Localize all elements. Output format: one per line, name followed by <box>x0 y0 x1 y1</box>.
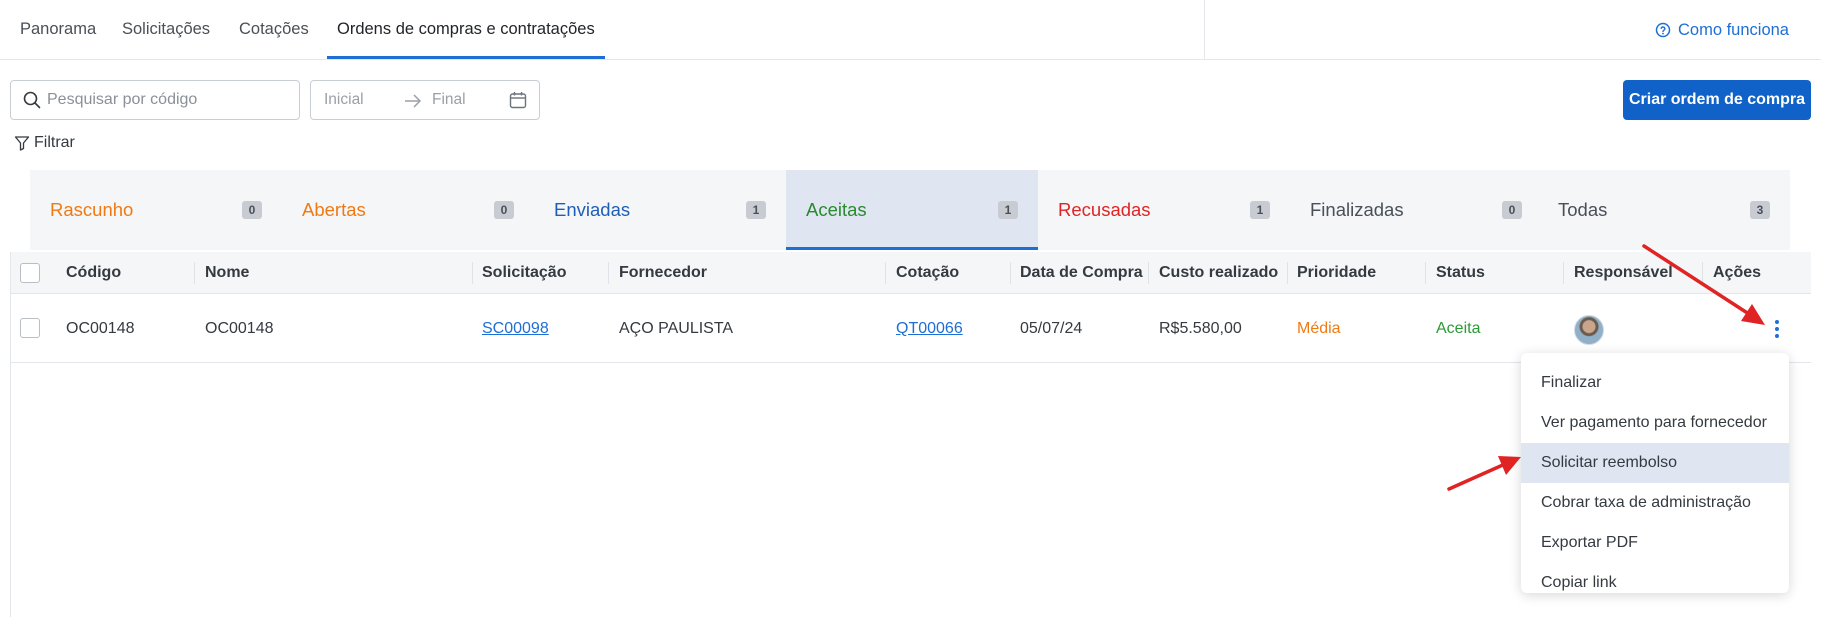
cell-custo-realizado: R$5.580,00 <box>1159 320 1242 337</box>
cell-cotacao-link[interactable]: QT00066 <box>896 294 963 363</box>
menu-item-cobrar-taxa[interactable]: Cobrar taxa de administração <box>1521 483 1789 523</box>
actions-menu: Finalizar Ver pagamento para fornecedor … <box>1521 353 1789 593</box>
column-divider <box>1425 262 1426 284</box>
column-divider <box>1563 262 1564 284</box>
column-header-data-de-compra[interactable]: Data de Compra <box>1020 252 1143 294</box>
column-header-nome[interactable]: Nome <box>205 252 249 294</box>
filter-button[interactable]: Filtrar <box>14 134 75 152</box>
status-tab-label: Aceitas <box>806 199 867 220</box>
nav-divider <box>1204 0 1205 59</box>
cell-fornecedor: AÇO PAULISTA <box>619 320 734 337</box>
column-divider <box>472 262 473 284</box>
calendar-icon[interactable] <box>509 91 527 109</box>
tab-ordens-de-compras[interactable]: Ordens de compras e contratações <box>327 0 605 59</box>
cell-codigo: OC00148 <box>66 320 135 337</box>
search-input[interactable] <box>47 91 287 109</box>
arrow-right-icon <box>405 94 422 108</box>
column-divider <box>1010 262 1011 284</box>
tab-solicitacoes[interactable]: Solicitações <box>122 0 210 59</box>
status-tab-label: Rascunho <box>50 199 134 220</box>
status-count-badge: 1 <box>1250 201 1270 219</box>
filter-label: Filtrar <box>34 134 75 151</box>
status-tab-finalizadas[interactable]: Finalizadas 0 <box>1290 170 1542 250</box>
date-range-picker[interactable]: Inicial Final <box>310 80 540 120</box>
menu-item-exportar-pdf[interactable]: Exportar PDF <box>1521 523 1789 563</box>
select-all-checkbox[interactable] <box>20 263 40 283</box>
tab-cotacoes[interactable]: Cotações <box>239 0 309 59</box>
status-tab-label: Recusadas <box>1058 199 1151 220</box>
menu-item-solicitar-reembolso[interactable]: Solicitar reembolso <box>1521 443 1789 483</box>
row-actions-button[interactable] <box>1765 314 1789 344</box>
column-divider <box>885 262 886 284</box>
column-header-codigo[interactable]: Código <box>66 252 121 294</box>
status-tab-label: Enviadas <box>554 199 631 220</box>
column-divider <box>1148 262 1149 284</box>
row-checkbox[interactable] <box>20 318 40 338</box>
status-tab-abertas[interactable]: Abertas 0 <box>282 170 534 250</box>
column-header-responsavel[interactable]: Responsável <box>1574 252 1673 294</box>
date-start-placeholder[interactable]: Inicial <box>324 91 364 109</box>
status-tab-enviadas[interactable]: Enviadas 1 <box>534 170 786 250</box>
column-header-prioridade[interactable]: Prioridade <box>1297 252 1376 294</box>
cell-data-de-compra: 05/07/24 <box>1020 320 1083 337</box>
menu-item-ver-pagamento[interactable]: Ver pagamento para fornecedor <box>1521 403 1789 443</box>
cell-solicitacao-link[interactable]: SC00098 <box>482 294 549 363</box>
column-header-solicitacao[interactable]: Solicitação <box>482 252 566 294</box>
column-divider <box>1287 262 1288 284</box>
status-tabs: Rascunho 0 Abertas 0 Enviadas 1 Aceitas … <box>30 170 1790 250</box>
column-divider <box>608 262 609 284</box>
column-divider <box>194 262 195 284</box>
table-header: Código Nome Solicitação Fornecedor Cotaç… <box>11 252 1811 294</box>
date-end-placeholder[interactable]: Final <box>432 91 466 109</box>
avatar[interactable] <box>1574 315 1604 345</box>
status-tab-aceitas[interactable]: Aceitas 1 <box>786 170 1038 250</box>
status-tab-label: Abertas <box>302 199 366 220</box>
menu-item-copiar-link[interactable]: Copiar link <box>1521 563 1789 603</box>
kebab-dot <box>1775 327 1779 331</box>
status-tab-todas[interactable]: Todas 3 <box>1538 170 1790 250</box>
create-purchase-order-button[interactable]: Criar ordem de compra <box>1623 80 1811 120</box>
how-it-works-label: Como funciona <box>1678 20 1789 39</box>
how-it-works-link[interactable]: Como funciona <box>1655 19 1789 41</box>
menu-item-finalizar[interactable]: Finalizar <box>1521 363 1789 403</box>
column-header-status[interactable]: Status <box>1436 252 1485 294</box>
column-header-cotacao[interactable]: Cotação <box>896 252 959 294</box>
status-count-badge: 0 <box>242 201 262 219</box>
column-header-custo-realizado[interactable]: Custo realizado <box>1159 252 1278 294</box>
status-tab-recusadas[interactable]: Recusadas 1 <box>1038 170 1290 250</box>
status-tab-label: Todas <box>1558 199 1608 220</box>
search-icon <box>23 91 41 109</box>
column-header-acoes: Ações <box>1713 264 1762 281</box>
cell-status: Aceita <box>1436 320 1481 337</box>
search-field[interactable] <box>10 80 300 120</box>
status-tab-label: Finalizadas <box>1310 199 1404 220</box>
question-circle-icon <box>1655 22 1671 38</box>
status-tab-rascunho[interactable]: Rascunho 0 <box>30 170 282 250</box>
kebab-dot <box>1775 334 1779 338</box>
kebab-dot <box>1775 320 1779 324</box>
filter-icon <box>14 136 30 151</box>
column-divider <box>1702 262 1703 284</box>
cell-prioridade: Média <box>1297 320 1341 337</box>
status-count-badge: 3 <box>1750 201 1770 219</box>
tab-panorama[interactable]: Panorama <box>20 0 96 59</box>
status-count-badge: 0 <box>494 201 514 219</box>
status-count-badge: 0 <box>1502 201 1522 219</box>
status-count-badge: 1 <box>998 201 1018 219</box>
column-header-fornecedor[interactable]: Fornecedor <box>619 252 707 294</box>
status-count-badge: 1 <box>746 201 766 219</box>
cell-nome: OC00148 <box>205 320 274 337</box>
top-navigation: Panorama Solicitações Cotações Ordens de… <box>0 0 1821 60</box>
